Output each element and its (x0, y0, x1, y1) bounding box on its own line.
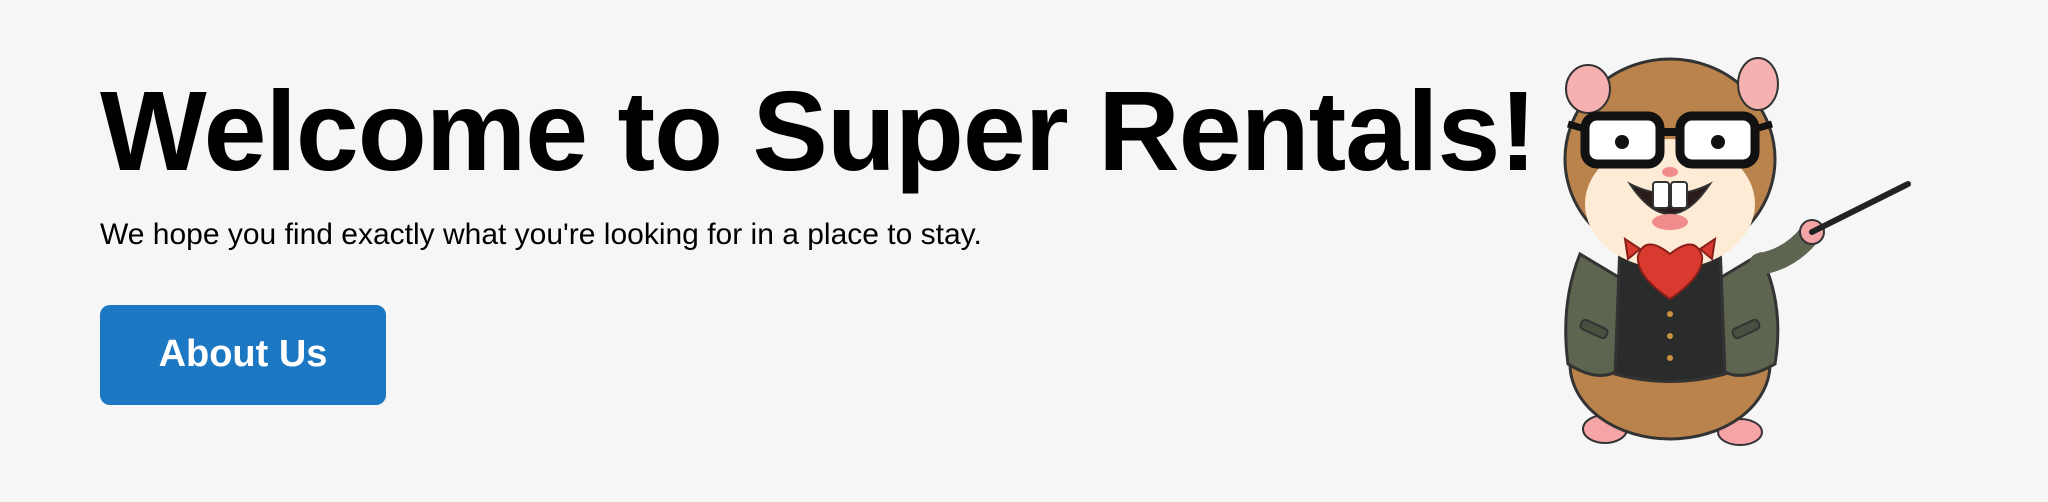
page-subtitle: We hope you find exactly what you're loo… (100, 217, 982, 251)
about-us-button[interactable]: About Us (100, 304, 386, 405)
jumbo: Welcome to Super Rentals! We hope you fi… (100, 68, 1537, 405)
hamster-professor-icon (1563, 57, 1911, 446)
page-title: Welcome to Super Rentals! (100, 68, 1537, 194)
page: Welcome to Super Rentals! We hope you fi… (0, 0, 2048, 502)
